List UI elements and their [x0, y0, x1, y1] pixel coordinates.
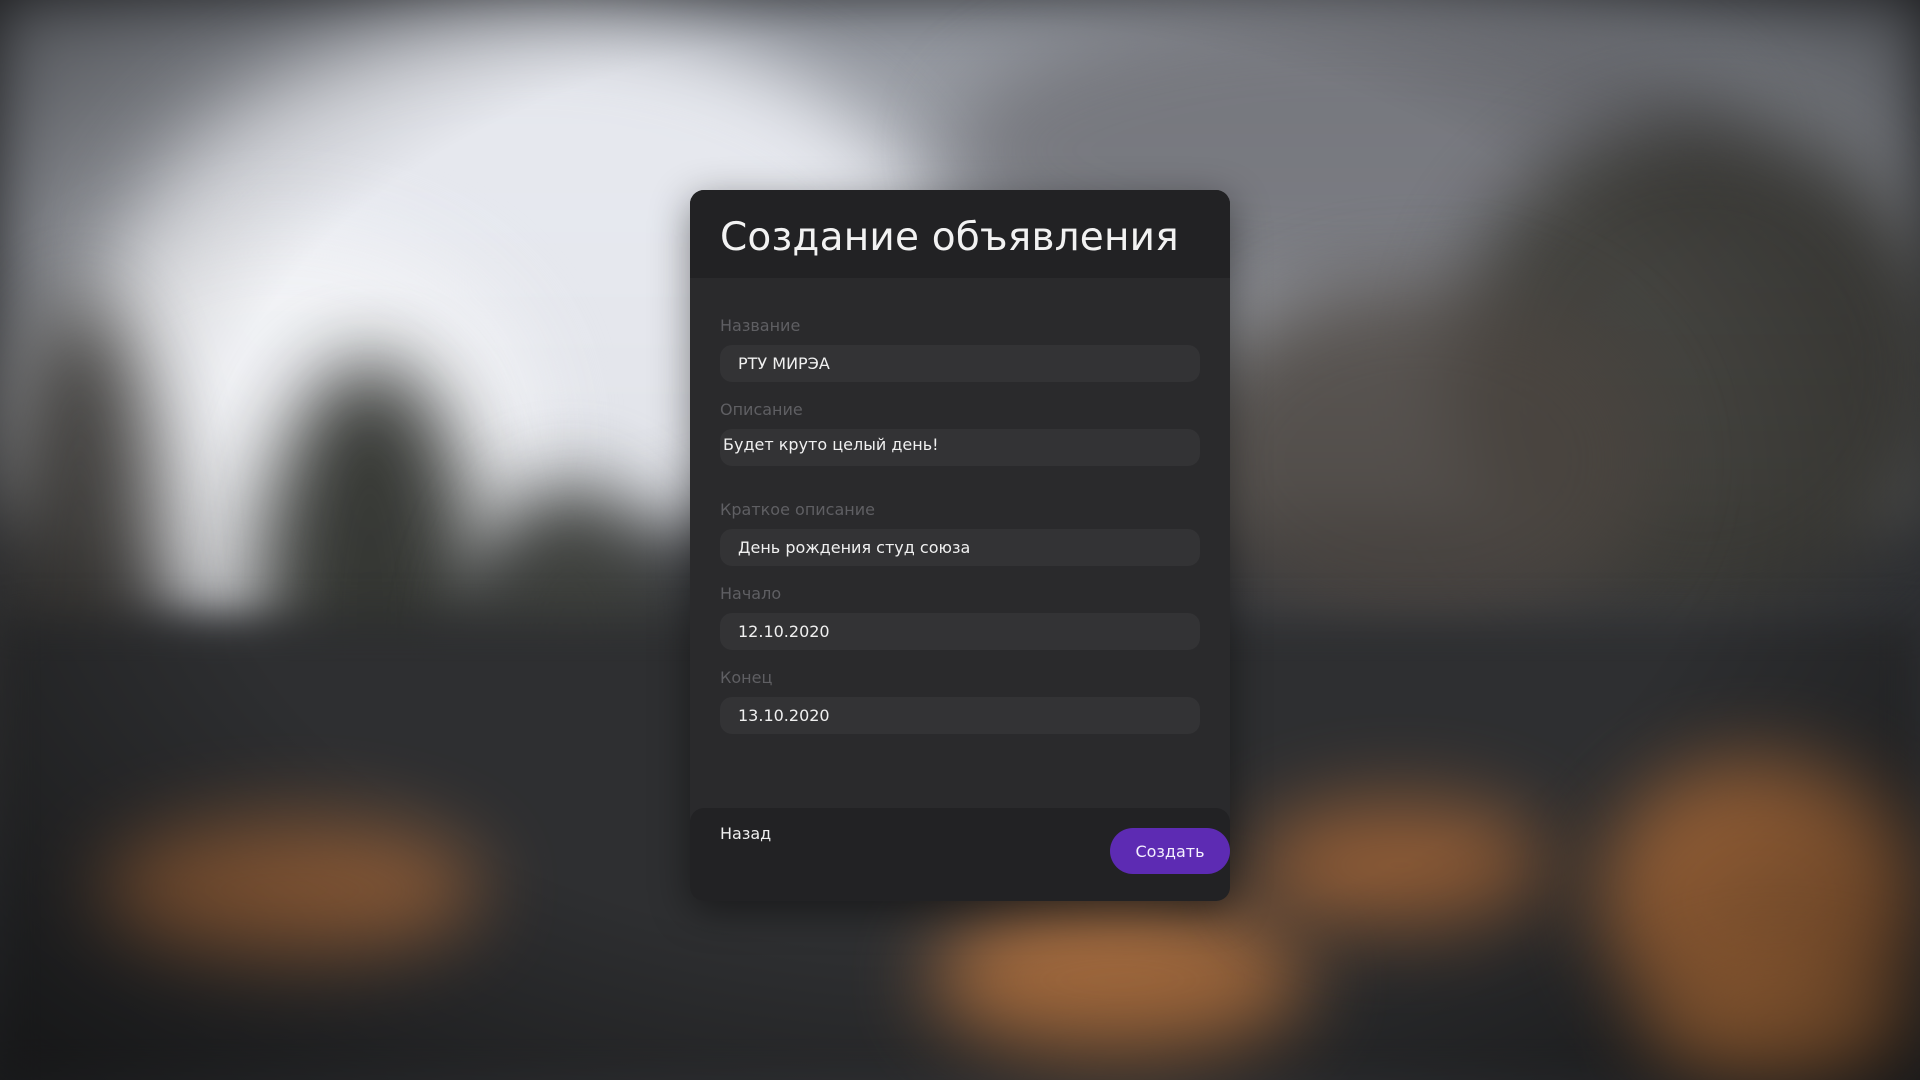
start-date-input[interactable]	[720, 613, 1200, 650]
field-description-label: Описание	[720, 400, 803, 419]
short-description-input[interactable]	[720, 529, 1200, 566]
field-short-description-label: Краткое описание	[720, 500, 875, 519]
modal-footer: Назад Создать	[690, 808, 1230, 901]
announcement-form: Название Описание Краткое описание Начал…	[690, 278, 1230, 734]
field-name-label: Название	[720, 316, 801, 335]
modal-title: Создание объявления	[720, 214, 1179, 260]
field-name: Название	[720, 316, 1200, 382]
field-short-description: Краткое описание	[720, 500, 1200, 566]
back-link[interactable]: Назад	[720, 824, 771, 843]
end-date-input[interactable]	[720, 697, 1200, 734]
field-description: Описание	[720, 400, 1200, 466]
name-input[interactable]	[720, 345, 1200, 382]
create-button[interactable]: Создать	[1110, 828, 1230, 874]
field-start: Начало	[720, 584, 1200, 650]
description-input[interactable]	[720, 429, 1200, 466]
field-start-label: Начало	[720, 584, 782, 603]
modal-header: Создание объявления	[690, 190, 1230, 278]
field-end-label: Конец	[720, 668, 773, 687]
create-announcement-modal: Создание объявления Название Описание Кр…	[690, 190, 1230, 901]
field-end: Конец	[720, 668, 1200, 734]
